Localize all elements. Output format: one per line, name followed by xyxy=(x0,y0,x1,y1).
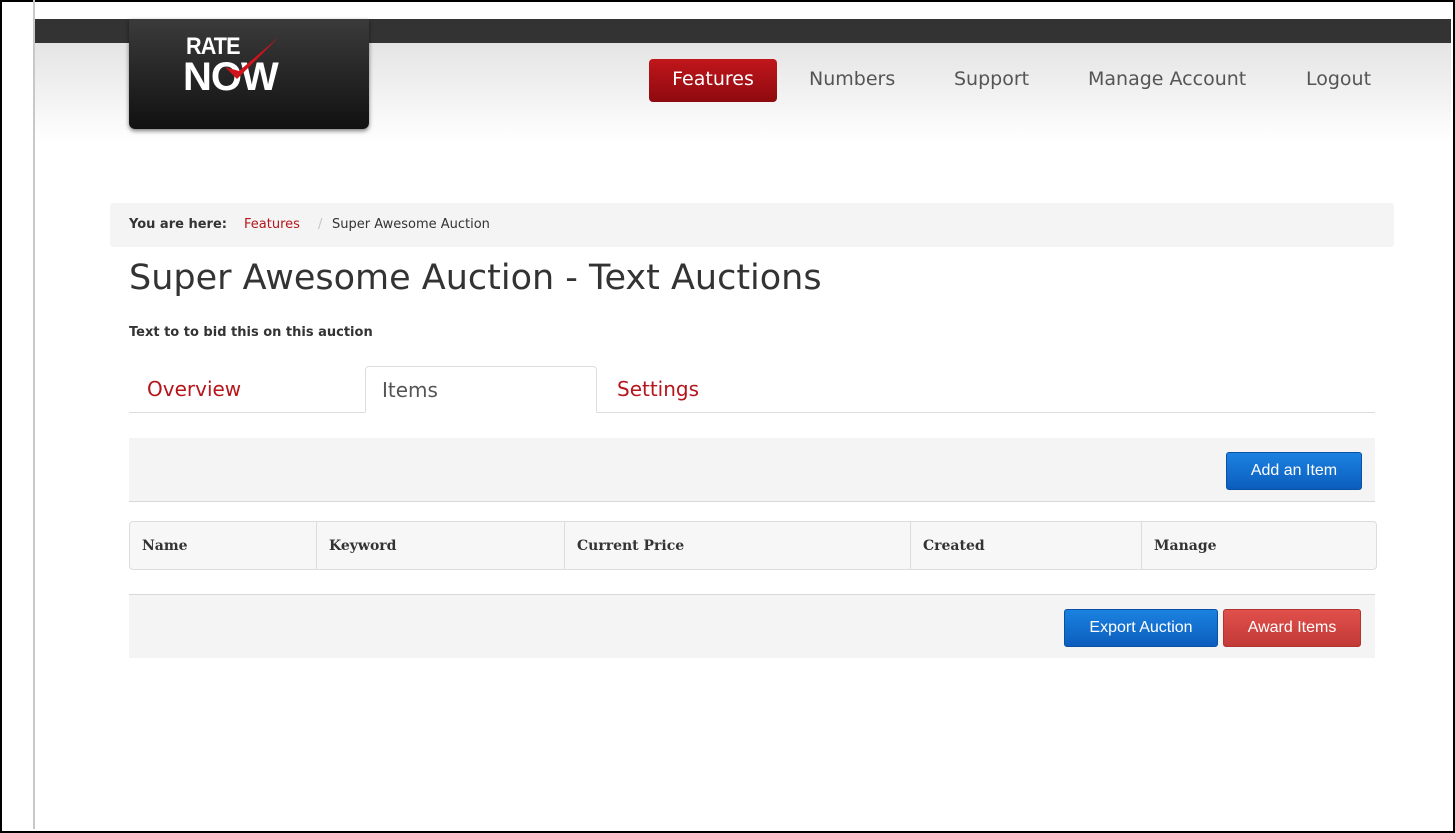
nav-item-logout[interactable]: Logout xyxy=(1306,59,1371,102)
tabs-baseline xyxy=(129,412,1375,413)
logo[interactable]: RATE NOW xyxy=(129,19,369,129)
breadcrumb-link-features[interactable]: Features xyxy=(244,203,300,247)
breadcrumb-current: Super Awesome Auction xyxy=(332,217,490,232)
items-table: Name Keyword Current Price Created Manag… xyxy=(129,521,1377,570)
items-toolbar: Add an Item xyxy=(129,438,1375,502)
nav-item-manage-account[interactable]: Manage Account xyxy=(1088,59,1246,102)
breadcrumb-label: You are here: xyxy=(129,217,227,232)
column-header-current-price[interactable]: Current Price xyxy=(564,522,910,569)
nav-item-features[interactable]: Features xyxy=(649,59,777,102)
export-auction-button[interactable]: Export Auction xyxy=(1064,609,1218,647)
breadcrumb-separator: / xyxy=(318,217,323,232)
tab-items[interactable]: Items xyxy=(365,366,597,413)
award-items-button[interactable]: Award Items xyxy=(1223,609,1361,647)
breadcrumb: You are here: Features / Super Awesome A… xyxy=(110,203,1394,247)
page-subtitle: Text to to bid this on this auction xyxy=(129,325,373,340)
checkmark-icon xyxy=(225,37,279,79)
column-header-created[interactable]: Created xyxy=(910,522,1141,569)
column-header-name[interactable]: Name xyxy=(130,522,316,569)
table-header-row: Name Keyword Current Price Created Manag… xyxy=(130,522,1376,569)
tab-settings[interactable]: Settings xyxy=(617,366,699,412)
column-header-keyword[interactable]: Keyword xyxy=(316,522,564,569)
page-title: Super Awesome Auction - Text Auctions xyxy=(129,258,822,298)
tab-overview[interactable]: Overview xyxy=(147,366,241,412)
column-header-manage: Manage xyxy=(1141,522,1376,569)
add-item-button[interactable]: Add an Item xyxy=(1226,452,1362,490)
auction-actions-bar: Export Auction Award Items xyxy=(129,594,1375,658)
nav-item-numbers[interactable]: Numbers xyxy=(809,59,895,102)
nav-item-support[interactable]: Support xyxy=(954,59,1029,102)
